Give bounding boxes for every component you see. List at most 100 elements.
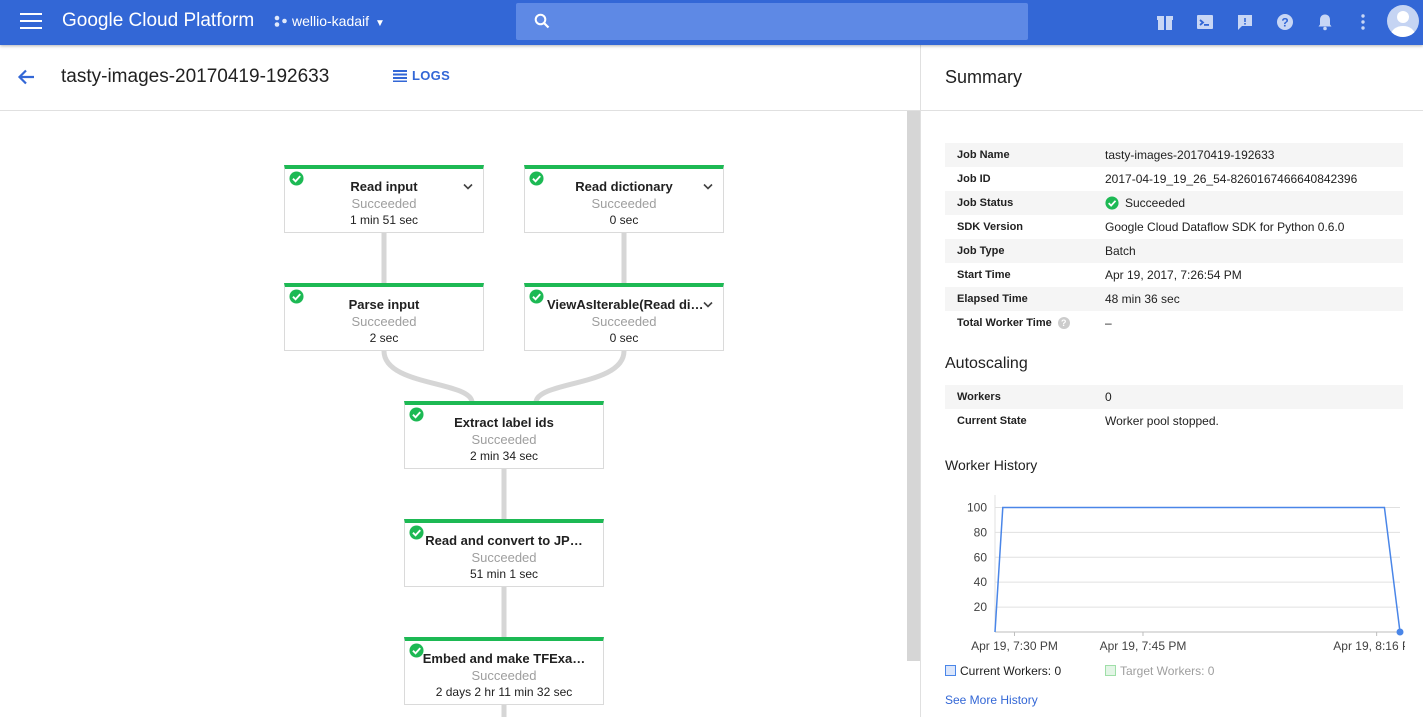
edge-view-extract xyxy=(533,350,627,403)
row-value: Batch xyxy=(1105,244,1136,258)
row-value-status: Succeeded xyxy=(1105,196,1185,210)
row-value: – xyxy=(1105,316,1112,330)
node-name: Read dictionary xyxy=(575,179,673,194)
chevron-down-icon[interactable] xyxy=(463,183,473,190)
account-avatar[interactable] xyxy=(1387,5,1419,37)
cloud-shell-icon[interactable] xyxy=(1195,12,1215,32)
node-status: Succeeded xyxy=(351,314,417,329)
row-key: SDK Version xyxy=(957,221,1024,233)
gift-icon[interactable] xyxy=(1155,12,1175,32)
series-endpoint xyxy=(1396,628,1404,636)
y-tick-label: 100 xyxy=(967,500,987,514)
chevron-down-icon: ▼ xyxy=(375,18,385,29)
page-title: tasty-images-20170419-192633 xyxy=(61,66,330,87)
graph-node-read-dictionary[interactable]: Read dictionary Succeeded 0 sec xyxy=(524,165,724,233)
node-time: 2 sec xyxy=(369,331,399,345)
node-time: 51 min 1 sec xyxy=(469,567,539,581)
graph-node-parse-input[interactable]: Parse input Succeeded 2 sec xyxy=(284,283,484,351)
legend-target-label: Target Workers: 0 xyxy=(1120,664,1215,678)
autoscaling-title: Autoscaling xyxy=(945,355,1028,372)
success-check-icon xyxy=(1105,196,1119,210)
project-selector[interactable]: wellio-kadaif ▼ xyxy=(274,13,385,29)
summary-row: Start Time Apr 19, 2017, 7:26:54 PM xyxy=(945,263,1403,287)
pipeline-graph: Read input Succeeded 1 min 51 sec Read d… xyxy=(0,111,907,717)
row-key: Job Type xyxy=(957,245,1005,257)
back-arrow-icon[interactable] xyxy=(16,67,36,87)
panel-divider xyxy=(920,45,921,717)
more-vert-icon[interactable] xyxy=(1353,12,1373,32)
graph-node-extract-label-ids[interactable]: Extract label ids Succeeded 2 min 34 sec xyxy=(404,401,604,469)
success-check-icon xyxy=(409,407,424,422)
row-key: Job ID xyxy=(957,173,991,185)
notifications-icon[interactable] xyxy=(1315,12,1335,32)
node-name: ViewAsIterable(Read di… xyxy=(547,297,704,312)
y-tick-label: 80 xyxy=(974,525,988,539)
help-icon[interactable]: ? xyxy=(1275,12,1295,32)
autoscaling-row: Workers 0 xyxy=(945,385,1403,409)
chevron-down-icon[interactable] xyxy=(703,183,713,190)
legend-current-workers[interactable]: Current Workers: 0 xyxy=(945,664,1061,678)
summary-row: Elapsed Time 48 min 36 sec xyxy=(945,287,1403,311)
success-check-icon xyxy=(289,171,304,186)
summary-row: Total Worker Time? – xyxy=(945,311,1403,335)
job-header: tasty-images-20170419-192633 LOGS xyxy=(0,45,920,111)
product-title[interactable]: Google Cloud Platform xyxy=(62,10,254,32)
node-status: Succeeded xyxy=(471,668,537,683)
row-key: Start Time xyxy=(957,269,1011,281)
graph-node-view-as-iterable[interactable]: ViewAsIterable(Read di… Succeeded 0 sec xyxy=(524,283,724,351)
help-icon[interactable]: ? xyxy=(1057,317,1070,329)
search-icon xyxy=(534,13,550,29)
summary-row: Job ID 2017-04-19_19_26_54-82601674666408… xyxy=(945,167,1403,191)
success-check-icon xyxy=(289,289,304,304)
row-key: Total Worker Time? xyxy=(945,317,1105,329)
x-tick-label: Apr 19, 8:16 PM xyxy=(1333,639,1405,653)
graph-node-embed-tfexample[interactable]: Embed and make TFExa… Succeeded 2 days 2… xyxy=(404,637,604,705)
graph-node-read-input[interactable]: Read input Succeeded 1 min 51 sec xyxy=(284,165,484,233)
summary-title: Summary xyxy=(945,67,1023,87)
node-status: Succeeded xyxy=(591,314,657,329)
svg-text:?: ? xyxy=(1281,16,1288,30)
node-time: 0 sec xyxy=(609,213,639,227)
series-line-current-workers xyxy=(994,506,1401,633)
summary-row: Job Type Batch xyxy=(945,239,1403,263)
autoscaling-row: Current State Worker pool stopped. xyxy=(945,409,1403,433)
logs-button[interactable]: LOGS xyxy=(393,68,450,83)
row-key: Current State xyxy=(957,415,1027,427)
row-key: Job Status xyxy=(957,197,1014,209)
node-time: 2 min 34 sec xyxy=(469,449,539,463)
node-status: Succeeded xyxy=(471,550,537,565)
summary-table: Job Name tasty-images-20170419-192633 Job… xyxy=(945,143,1403,335)
node-name: Extract label ids xyxy=(454,415,554,430)
node-time: 0 sec xyxy=(609,331,639,345)
node-name: Read input xyxy=(350,179,418,194)
search-input[interactable] xyxy=(516,3,1028,40)
summary-row: Job Name tasty-images-20170419-192633 xyxy=(945,143,1403,167)
node-status: Succeeded xyxy=(351,196,417,211)
node-name: Read and convert to JP… xyxy=(425,533,583,548)
legend-target-workers[interactable]: Target Workers: 0 xyxy=(1105,664,1214,678)
success-check-icon xyxy=(409,525,424,540)
graph-scrollbar[interactable] xyxy=(907,111,920,661)
row-key: Workers xyxy=(957,391,1001,403)
legend-swatch-current xyxy=(945,665,956,676)
row-value: Worker pool stopped. xyxy=(1105,414,1219,428)
node-status: Succeeded xyxy=(471,432,537,447)
project-name: wellio-kadaif xyxy=(292,13,370,29)
job-status-text: Succeeded xyxy=(1125,196,1186,210)
menu-icon[interactable] xyxy=(20,13,42,31)
logs-label: LOGS xyxy=(412,68,451,83)
row-key-text: Total Worker Time xyxy=(957,317,1052,329)
graph-node-read-convert[interactable]: Read and convert to JP… Succeeded 51 min… xyxy=(404,519,604,587)
success-check-icon xyxy=(529,289,544,304)
logs-icon xyxy=(393,70,407,82)
node-time: 2 days 2 hr 11 min 32 sec xyxy=(435,685,573,699)
edge-parse-extract xyxy=(381,350,475,403)
see-more-history-link[interactable]: See More History xyxy=(945,693,1038,707)
y-tick-label: 20 xyxy=(974,600,988,614)
chevron-down-icon[interactable] xyxy=(703,301,713,308)
summary-row: SDK Version Google Cloud Dataflow SDK for… xyxy=(945,215,1403,239)
legend-current-label: Current Workers: 0 xyxy=(960,664,1062,678)
avatar-person-icon xyxy=(1391,11,1415,37)
feedback-icon[interactable] xyxy=(1235,12,1255,32)
row-value: 0 xyxy=(1105,390,1112,404)
